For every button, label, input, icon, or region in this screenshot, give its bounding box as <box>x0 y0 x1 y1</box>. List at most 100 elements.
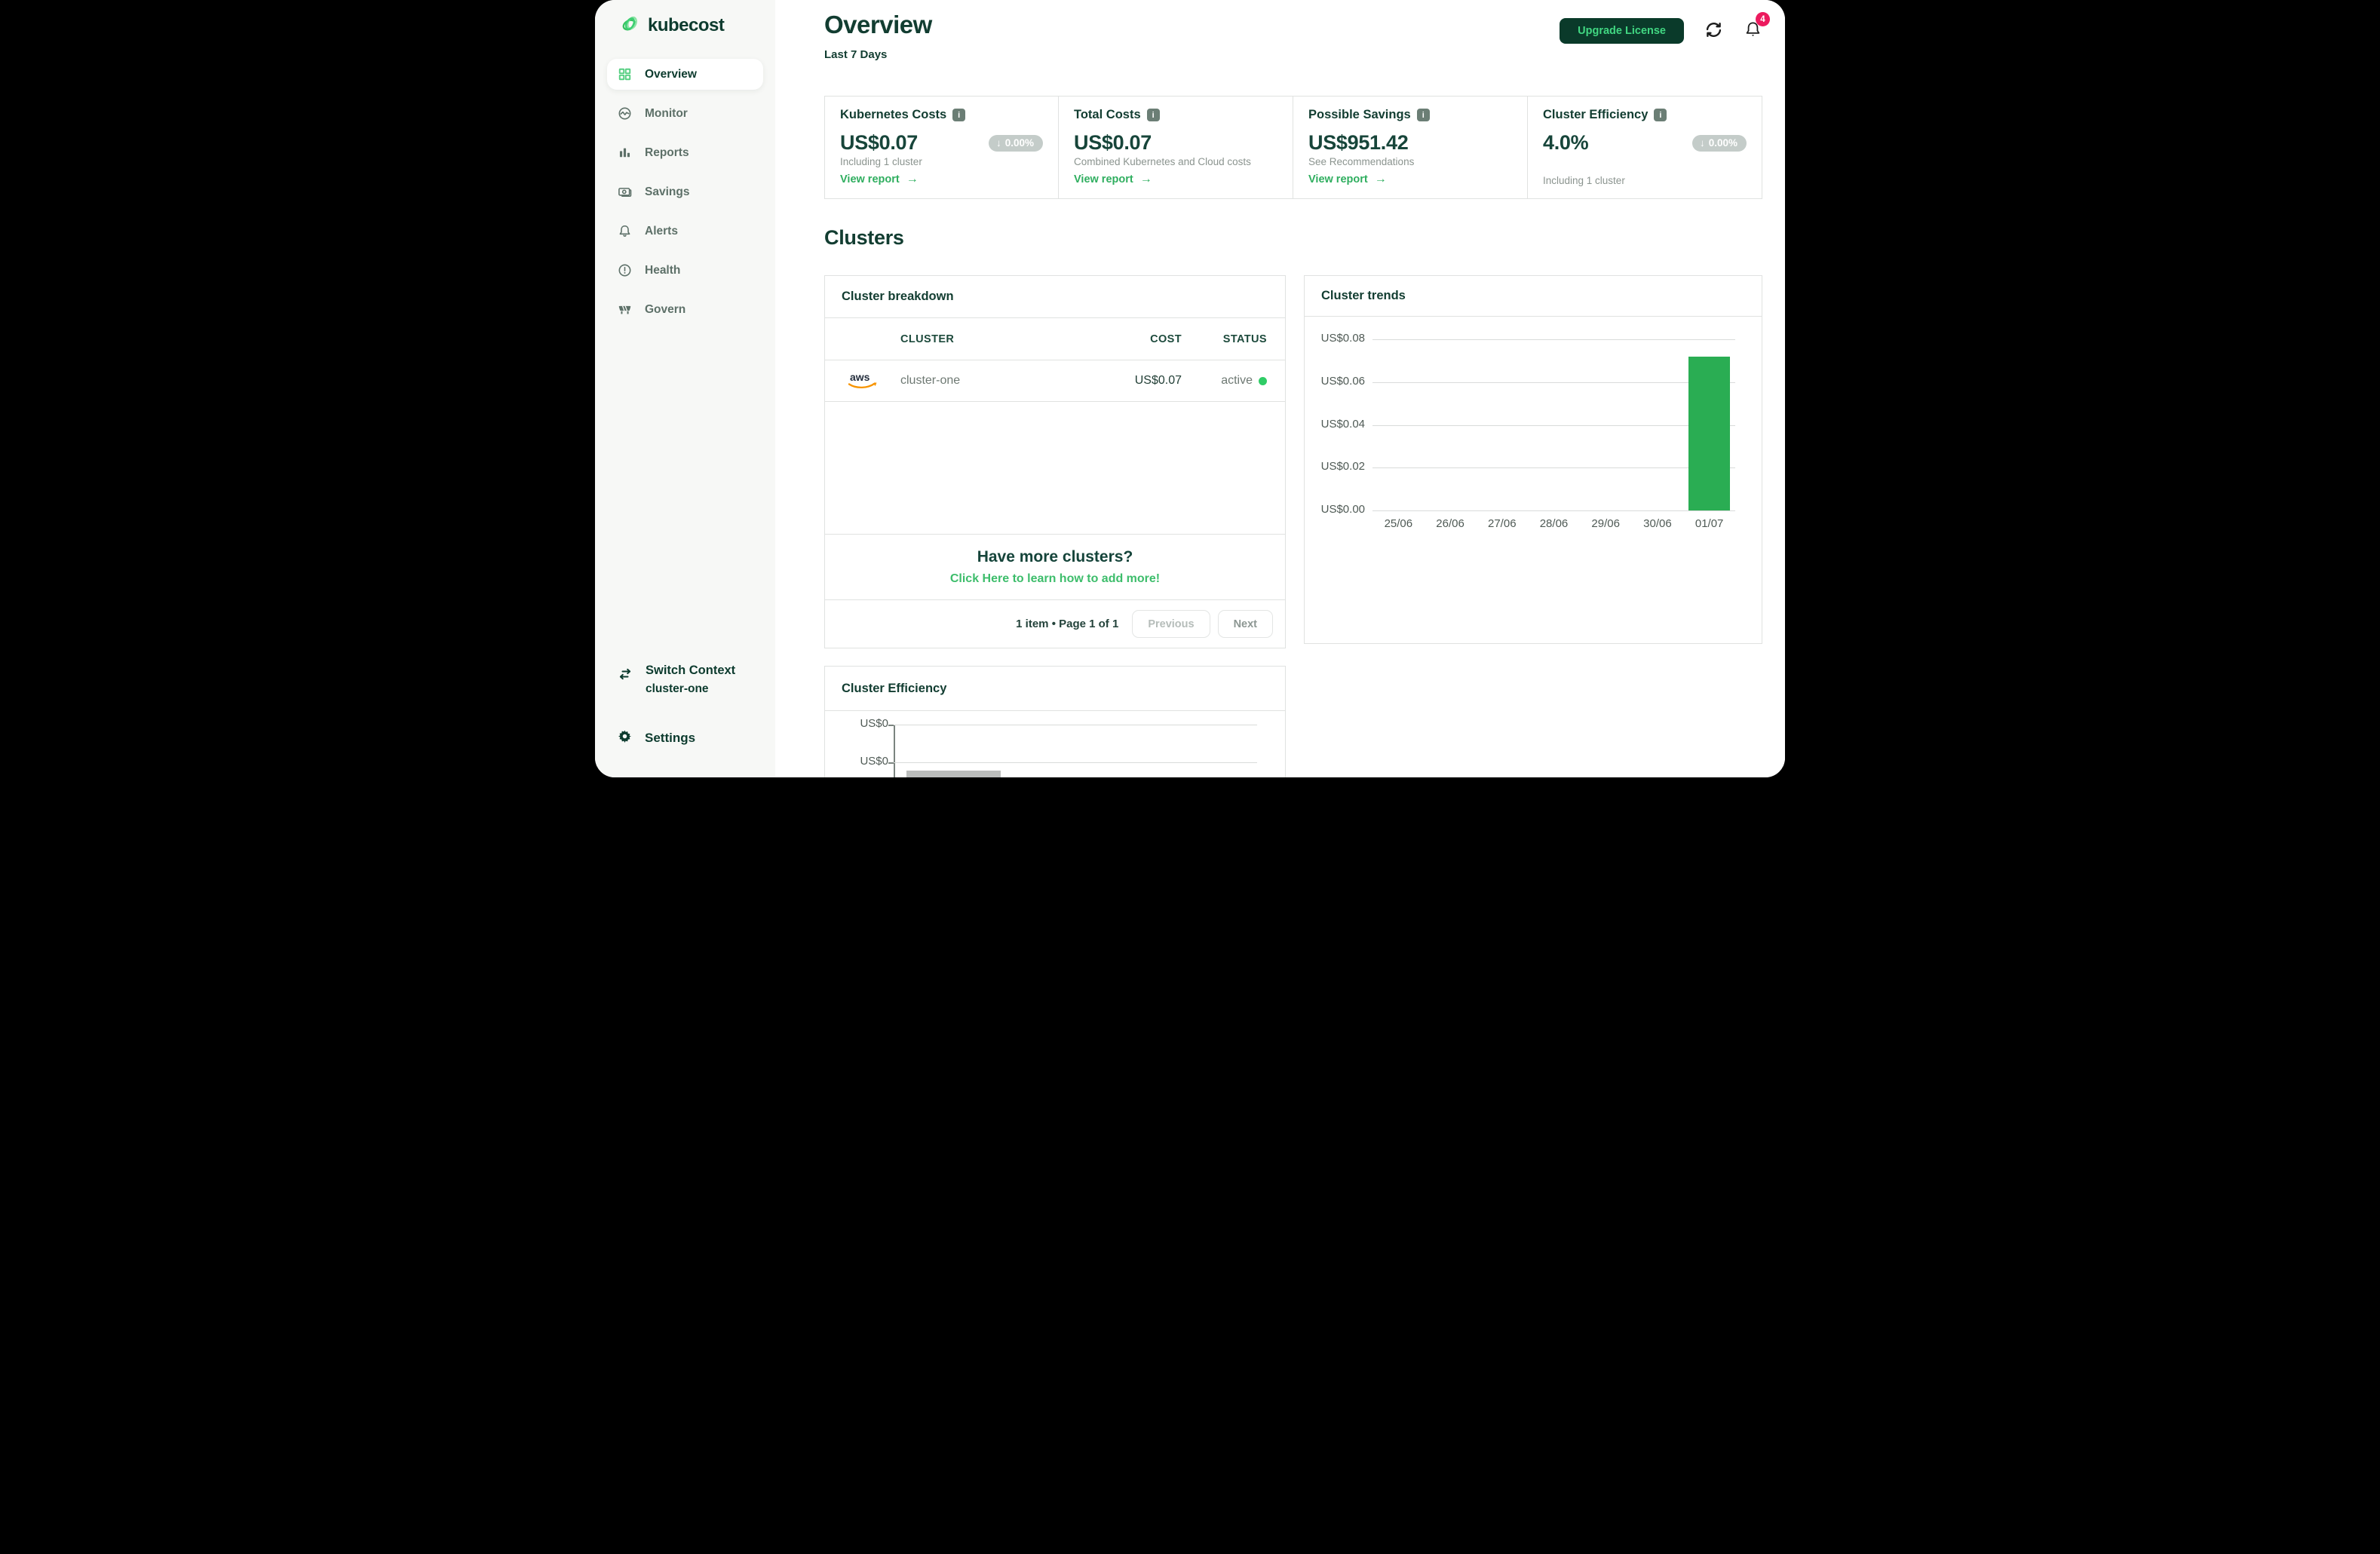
sidebar-item-health[interactable]: Health <box>607 255 763 286</box>
x-axis-tick-label: 29/06 <box>1580 517 1632 530</box>
x-axis-tick-label: 30/06 <box>1632 517 1684 530</box>
y-axis-tick-label: US$0.06 <box>1305 375 1365 388</box>
y-axis-tick-label: US$0.00 <box>1305 503 1365 516</box>
view-report-link[interactable]: View report → <box>1074 173 1277 186</box>
sidebar: kubecost Overview Monitor <box>595 0 775 777</box>
view-report-link[interactable]: View report → <box>840 173 1043 186</box>
down-arrow-icon: ↓ <box>996 137 1001 149</box>
trend-badge: ↓ 0.00% <box>1692 135 1747 152</box>
info-icon[interactable]: i <box>1147 109 1160 121</box>
sidebar-bottom: Switch Context cluster-one Settings <box>595 664 775 747</box>
sidebar-item-govern[interactable]: Govern <box>607 294 763 325</box>
cluster-efficiency-card: Cluster Efficiency US$0 US$0 <box>824 666 1286 777</box>
stat-note: Including 1 cluster <box>1543 175 1747 186</box>
barrier-icon <box>618 302 632 317</box>
info-icon[interactable]: i <box>1654 109 1667 121</box>
topbar-actions: Upgrade License <box>1560 18 1762 44</box>
sidebar-item-label: Monitor <box>645 107 688 121</box>
notifications-button[interactable]: 4 <box>1744 20 1762 42</box>
sidebar-item-savings[interactable]: Savings <box>607 176 763 207</box>
trend-bar <box>1688 357 1730 510</box>
previous-page-button[interactable]: Previous <box>1132 610 1210 638</box>
gear-icon <box>618 729 632 747</box>
cluster-trends-title: Cluster trends <box>1321 289 1406 303</box>
gridline <box>1372 467 1735 468</box>
settings-button[interactable]: Settings <box>607 729 763 747</box>
sidebar-item-label: Overview <box>645 68 697 81</box>
add-clusters-hint: Have more clusters? Click Here to learn … <box>825 535 1285 599</box>
refresh-button[interactable] <box>1704 20 1724 42</box>
table-row[interactable]: aws cluster-one US$0.07 active <box>825 360 1285 402</box>
next-page-button[interactable]: Next <box>1218 610 1273 638</box>
kubecost-logo-icon <box>621 14 641 38</box>
info-icon[interactable]: i <box>1417 109 1430 121</box>
column-header-cost: COST <box>1055 333 1183 345</box>
cluster-trends-card: Cluster trends US$0.00US$0.02US$0.04US$0… <box>1304 275 1762 644</box>
stat-card-total-costs: Total Costs i US$0.07 Combined Kubernete… <box>1058 96 1293 199</box>
gridline <box>1372 382 1735 383</box>
view-report-link[interactable]: View report → <box>1308 173 1512 186</box>
efficiency-bar <box>906 771 1001 777</box>
switch-context-button[interactable]: Switch Context cluster-one <box>607 664 763 696</box>
cluster-breakdown-title: Cluster breakdown <box>842 290 954 304</box>
topbar: Overview Last 7 Days Upgrade License <box>824 11 1762 61</box>
switch-context-value: cluster-one <box>646 682 735 696</box>
cluster-efficiency-chart: US$0 US$0 <box>825 711 1285 777</box>
pagination-summary: 1 item • Page 1 of 1 <box>1016 618 1118 630</box>
stat-cards: Kubernetes Costs i US$0.07 ↓ 0.00% Inclu… <box>824 96 1762 199</box>
table-header: CLUSTER COST STATUS <box>825 318 1285 360</box>
gridline <box>1372 510 1735 511</box>
switch-context-label: Switch Context <box>646 664 735 678</box>
refresh-icon <box>1704 20 1724 42</box>
aws-logo: aws <box>825 370 900 391</box>
stat-title: Possible Savings <box>1308 108 1411 122</box>
y-axis-tick-label: US$0 <box>825 755 888 768</box>
column-header-status: STATUS <box>1183 333 1285 345</box>
sidebar-item-reports[interactable]: Reports <box>607 137 763 168</box>
page-title: Overview <box>824 11 932 39</box>
y-axis-tick-label: US$0.02 <box>1305 460 1365 473</box>
stat-value: 4.0% <box>1543 131 1588 155</box>
notification-count-badge: 4 <box>1756 12 1770 26</box>
right-arrow-icon: → <box>906 173 919 186</box>
info-icon[interactable]: i <box>952 109 965 121</box>
stat-card-possible-savings: Possible Savings i US$951.42 See Recomme… <box>1293 96 1528 199</box>
stat-note: Combined Kubernetes and Cloud costs <box>1074 156 1277 167</box>
logo-text: kubecost <box>648 15 724 36</box>
add-clusters-link[interactable]: Click Here to learn how to add more! <box>950 572 1160 586</box>
right-arrow-icon: → <box>1375 173 1387 186</box>
x-axis-tick-label: 26/06 <box>1425 517 1477 530</box>
hint-title: Have more clusters? <box>977 548 1133 566</box>
upgrade-license-button[interactable]: Upgrade License <box>1560 18 1684 44</box>
date-range-label: Last 7 Days <box>824 48 932 61</box>
cluster-name: cluster-one <box>900 374 1055 388</box>
app-window: kubecost Overview Monitor <box>595 0 1785 777</box>
stat-card-kubernetes-costs: Kubernetes Costs i US$0.07 ↓ 0.00% Inclu… <box>824 96 1059 199</box>
cluster-efficiency-title: Cluster Efficiency <box>842 682 946 696</box>
cluster-cost: US$0.07 <box>1055 374 1183 388</box>
bell-icon <box>618 224 632 238</box>
right-column: Cluster trends US$0.00US$0.02US$0.04US$0… <box>1304 275 1762 644</box>
trend-badge: ↓ 0.00% <box>989 135 1043 152</box>
alert-circle-icon <box>618 263 632 277</box>
stat-title: Kubernetes Costs <box>840 108 946 122</box>
gridline <box>1372 425 1735 426</box>
stat-title: Total Costs <box>1074 108 1141 122</box>
sidebar-item-monitor[interactable]: Monitor <box>607 98 763 129</box>
sidebar-item-label: Govern <box>645 303 685 317</box>
kubecost-logo[interactable]: kubecost <box>595 14 775 38</box>
sidebar-nav: Overview Monitor Reports <box>595 59 775 325</box>
money-bill-icon <box>618 185 632 199</box>
stat-note: Including 1 cluster <box>840 156 1043 167</box>
sidebar-item-alerts[interactable]: Alerts <box>607 216 763 247</box>
x-axis-tick-label: 01/07 <box>1683 517 1735 530</box>
gridline <box>894 762 1257 763</box>
cluster-breakdown-card: Cluster breakdown CLUSTER COST STATUS aw… <box>824 275 1286 648</box>
switch-arrows-icon <box>618 668 633 696</box>
sidebar-item-label: Alerts <box>645 225 678 238</box>
grid-icon <box>618 67 632 81</box>
sidebar-item-overview[interactable]: Overview <box>607 59 763 90</box>
x-axis-tick-label: 25/06 <box>1372 517 1425 530</box>
pulse-circle-icon <box>618 106 632 121</box>
x-axis-tick-label: 27/06 <box>1476 517 1528 530</box>
